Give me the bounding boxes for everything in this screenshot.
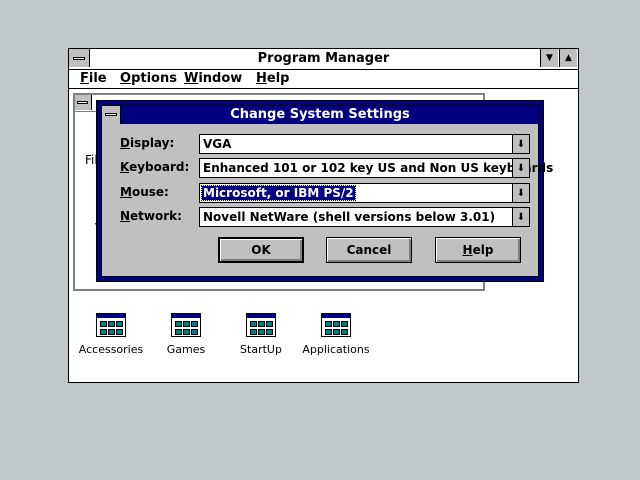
menu-window[interactable]: Window <box>184 71 242 86</box>
network-label-text: etwork: <box>130 209 182 223</box>
menu-window-label: indow <box>198 71 243 86</box>
minimize-button[interactable]: ▼ <box>540 49 558 67</box>
program-manager-title: Program Manager <box>257 51 390 66</box>
network-label-accel: N <box>120 209 131 223</box>
keyboard-label: Keyboard: <box>120 160 189 174</box>
display-value: VGA <box>203 137 232 151</box>
ok-button[interactable]: OK <box>218 237 304 263</box>
program-group-icon <box>96 313 126 337</box>
program-group-icon <box>171 313 201 337</box>
dropdown-arrow-icon[interactable]: ⬇ <box>512 184 529 202</box>
program-group-icon <box>321 313 351 337</box>
mouse-label-accel: M <box>120 185 132 199</box>
mouse-value: Microsoft, or IBM PS/2 <box>201 185 356 201</box>
dialog-title: Change System Settings <box>230 107 410 122</box>
maximize-icon: ▲ <box>565 53 572 63</box>
group-icon-startup[interactable]: StartUp <box>226 313 296 356</box>
group-icon-accessories[interactable]: Accessories <box>76 313 146 356</box>
menu-bar: File Options Window Help <box>69 70 578 89</box>
display-label-text: isplay: <box>129 136 175 150</box>
program-group-icon <box>246 313 276 337</box>
menu-file[interactable]: File <box>80 71 107 86</box>
mouse-dropdown[interactable]: Microsoft, or IBM PS/2 ⬇ <box>199 183 530 203</box>
group-icon-label: Accessories <box>78 343 144 356</box>
display-label-accel: D <box>120 136 130 150</box>
help-button[interactable]: Help <box>435 237 521 263</box>
menu-file-label: ile <box>88 71 107 86</box>
menu-options-label: ptions <box>131 71 177 86</box>
keyboard-dropdown[interactable]: Enhanced 101 or 102 key US and Non US ke… <box>199 158 553 178</box>
help-button-accel: H <box>462 243 473 257</box>
minimize-icon: ▼ <box>546 53 553 63</box>
mouse-label: Mouse: <box>120 185 169 199</box>
menu-help-accel: H <box>256 71 267 86</box>
maximize-button[interactable]: ▲ <box>559 49 577 67</box>
help-button-label: elp <box>472 243 494 257</box>
menu-options-accel: O <box>120 71 132 86</box>
menu-window-accel: W <box>184 71 199 86</box>
menu-help-label: elp <box>266 71 290 86</box>
keyboard-value: Enhanced 101 or 102 key US and Non US ke… <box>203 161 554 175</box>
menu-file-accel: F <box>80 71 89 86</box>
menu-help[interactable]: Help <box>256 71 289 86</box>
dropdown-arrow-icon[interactable]: ⬇ <box>512 208 529 226</box>
keyboard-label-text: eyboard: <box>129 160 190 174</box>
group-icon-label: Applications <box>302 343 370 356</box>
display-label: Display: <box>120 136 174 150</box>
group-icon-games[interactable]: Games <box>151 313 221 356</box>
mouse-label-text: ouse: <box>131 185 169 199</box>
keyboard-label-accel: K <box>120 160 130 174</box>
menu-options[interactable]: Options <box>120 71 177 86</box>
group-icon-label: StartUp <box>240 343 282 356</box>
dialog-body: Change System Settings Display: VGA ⬇ Ke… <box>101 105 553 277</box>
change-system-settings-dialog: Change System Settings Display: VGA ⬇ Ke… <box>96 100 553 282</box>
group-system-menu-icon <box>77 101 88 104</box>
group-system-menu-button[interactable] <box>75 95 92 110</box>
cancel-button-label: Cancel <box>346 243 392 257</box>
network-dropdown[interactable]: Novell NetWare (shell versions below 3.0… <box>199 207 530 227</box>
ok-button-label: OK <box>251 243 271 257</box>
cancel-button[interactable]: Cancel <box>326 237 412 263</box>
display-dropdown[interactable]: VGA ⬇ <box>199 134 530 154</box>
group-icon-label: Games <box>166 343 206 356</box>
network-label: Network: <box>120 209 182 223</box>
dropdown-arrow-icon[interactable]: ⬇ <box>512 159 529 177</box>
dialog-title-bar[interactable]: Change System Settings <box>102 106 538 124</box>
group-icon-applications[interactable]: Applications <box>301 313 371 356</box>
program-manager-title-bar[interactable]: Program Manager ▼ ▲ <box>69 49 578 70</box>
dropdown-arrow-icon[interactable]: ⬇ <box>512 135 529 153</box>
network-value: Novell NetWare (shell versions below 3.0… <box>203 210 496 224</box>
